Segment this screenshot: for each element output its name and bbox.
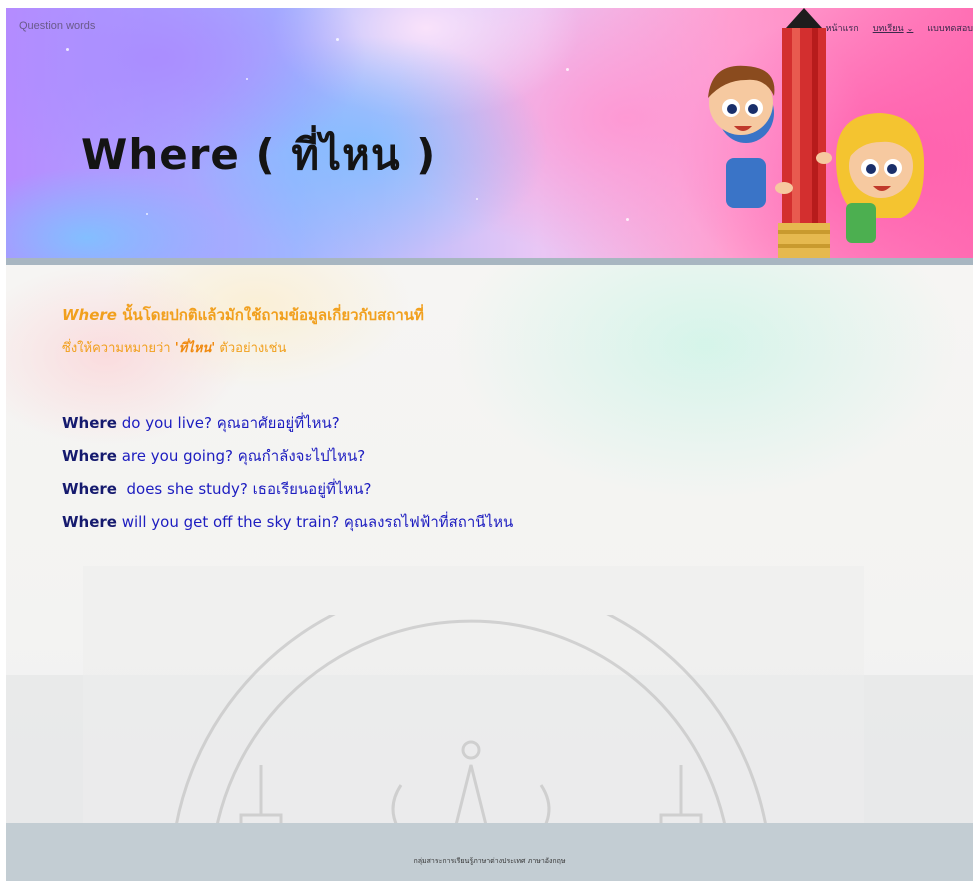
intro-line-2-suffix: ตัวอย่างเช่น bbox=[215, 341, 287, 356]
page-title: Where ( ที่ไหน ) bbox=[81, 130, 437, 179]
example-text: will you get off the sky train? คุณลงรถไ… bbox=[116, 513, 514, 531]
sparkle bbox=[566, 68, 569, 71]
main-content: Where นั้นโดยปกติแล้วมักใช้ถามข้อมูลเกี่… bbox=[6, 265, 973, 881]
examples-list: Where do you live? คุณอาศัยอยู่ที่ไหน? W… bbox=[62, 413, 513, 545]
sparkle bbox=[626, 218, 629, 221]
intro-line-2-prefix: ซึ่งให้ความหมายว่า bbox=[62, 341, 175, 356]
example-text: do you live? คุณอาศัยอยู่ที่ไหน? bbox=[116, 414, 340, 432]
page: Question words หน้าแรก บทเรียน ⌄ แบบทดสอบ… bbox=[6, 8, 973, 881]
example-item: Where does she study? เธอเรียนอยู่ที่ไหน… bbox=[62, 479, 513, 499]
pencil-illustration bbox=[775, 8, 832, 258]
boy-illustration bbox=[708, 65, 775, 208]
sparkle bbox=[66, 48, 69, 51]
intro-highlight: 'ที่ไหน' bbox=[174, 341, 216, 356]
example-text: are you going? คุณกำลังจะไปไหน? bbox=[116, 447, 366, 465]
sparkle bbox=[476, 198, 478, 200]
intro-keyword: Where bbox=[62, 306, 117, 324]
sparkle bbox=[246, 78, 248, 80]
kids-pencil-illustration bbox=[708, 8, 925, 258]
footer-bar bbox=[6, 823, 973, 881]
example-keyword: Where bbox=[62, 480, 117, 498]
example-item: Where are you going? คุณกำลังจะไปไหน? bbox=[62, 446, 513, 466]
sparkle bbox=[146, 213, 148, 215]
example-text: does she study? เธอเรียนอยู่ที่ไหน? bbox=[116, 480, 372, 498]
girl-illustration bbox=[836, 113, 925, 243]
site-name[interactable]: Question words bbox=[19, 20, 95, 32]
footer-text: กลุ่มสาระการเรียนรู้ภาษาต่างประเทศ ภาษาอ… bbox=[413, 857, 566, 865]
intro-line-2: ซึ่งให้ความหมายว่า 'ที่ไหน' ตัวอย่างเช่น bbox=[62, 339, 424, 359]
example-keyword: Where bbox=[62, 513, 117, 531]
example-keyword: Where bbox=[62, 414, 117, 432]
sparkle bbox=[336, 38, 339, 41]
header-banner: Question words หน้าแรก บทเรียน ⌄ แบบทดสอบ… bbox=[6, 8, 973, 258]
intro-line-1-text: นั้นโดยปกติแล้วมักใช้ถามข้อมูลเกี่ยวกับส… bbox=[116, 306, 424, 324]
intro-line-1: Where นั้นโดยปกติแล้วมักใช้ถามข้อมูลเกี่… bbox=[62, 305, 424, 325]
intro-text: Where นั้นโดยปกติแล้วมักใช้ถามข้อมูลเกี่… bbox=[62, 305, 424, 373]
example-keyword: Where bbox=[62, 447, 117, 465]
banner-divider bbox=[6, 258, 973, 265]
example-item: Where do you live? คุณอาศัยอยู่ที่ไหน? bbox=[62, 413, 513, 433]
example-item: Where will you get off the sky train? คุ… bbox=[62, 512, 513, 532]
